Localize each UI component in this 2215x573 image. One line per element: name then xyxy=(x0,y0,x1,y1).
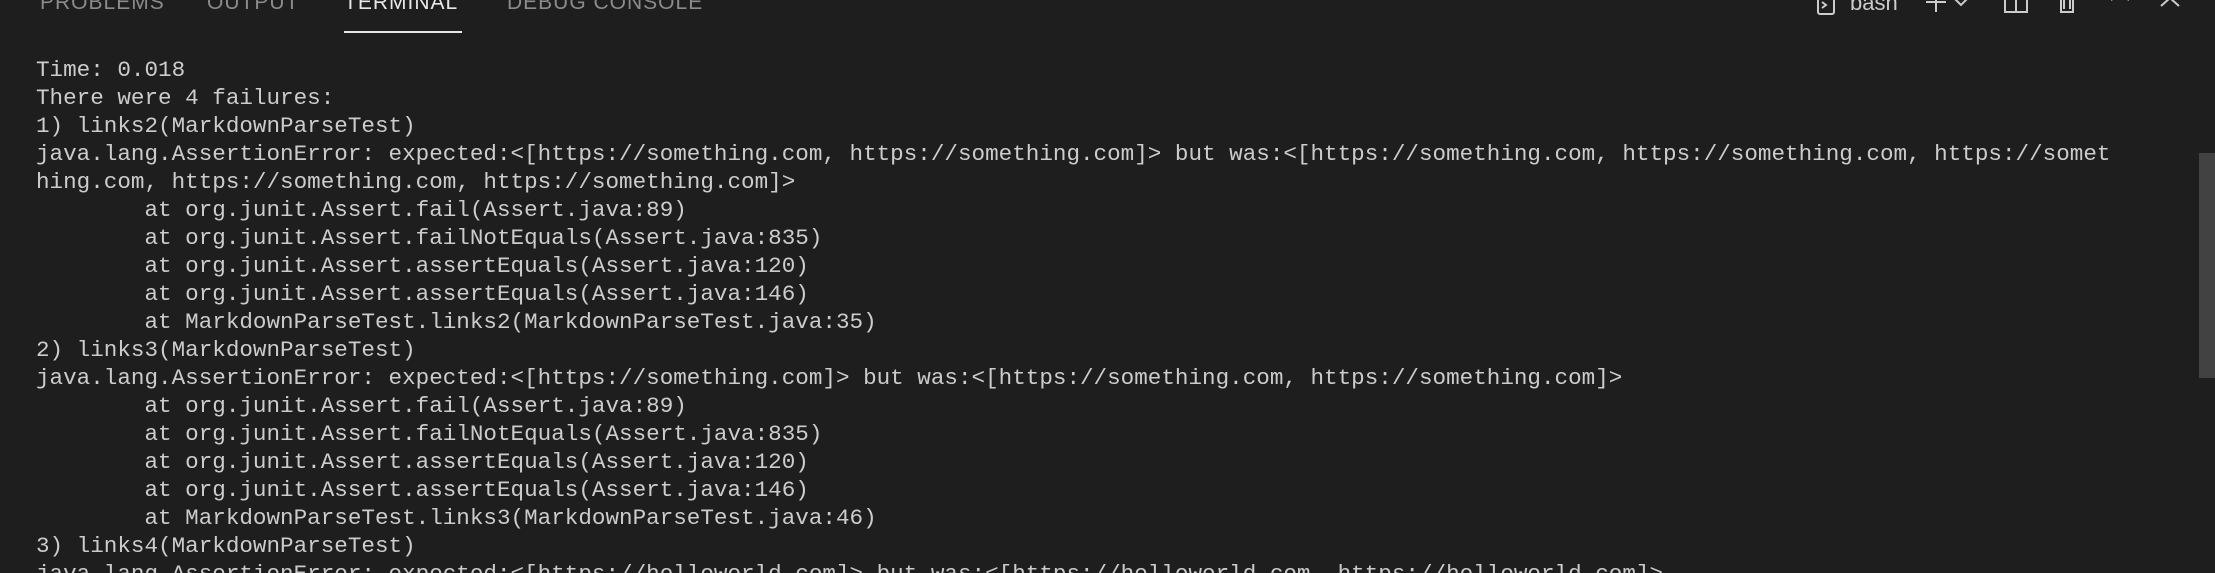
terminal-line: java.lang.AssertionError: expected:<[htt… xyxy=(36,560,2186,573)
terminal-line: at org.junit.Assert.failNotEquals(Assert… xyxy=(36,225,823,251)
terminal-shell-label[interactable]: bash xyxy=(1850,0,1898,18)
terminal-line: hing.com, https://something.com, https:/… xyxy=(36,169,796,195)
split-terminal-icon[interactable] xyxy=(2001,0,2031,20)
tab-debug-console[interactable]: DEBUG CONSOLE xyxy=(507,0,703,26)
terminal-scrollbar-thumb[interactable] xyxy=(2199,153,2215,378)
tab-output[interactable]: OUTPUT xyxy=(207,0,299,26)
terminal-line: at org.junit.Assert.fail(Assert.java:89) xyxy=(36,197,687,223)
terminal-line: at org.junit.Assert.fail(Assert.java:89) xyxy=(36,393,687,419)
terminal-line: at MarkdownParseTest.links2(MarkdownPars… xyxy=(36,309,877,335)
chevron-down-icon[interactable] xyxy=(1950,0,1972,20)
tab-problems[interactable]: PROBLEMS xyxy=(40,0,165,26)
terminal-line: java.lang.AssertionError: expected:<[htt… xyxy=(36,365,1623,391)
terminal-line: 3) links4(MarkdownParseTest) xyxy=(36,533,416,559)
terminal-line: at org.junit.Assert.assertEquals(Assert.… xyxy=(36,281,809,307)
terminal-line: 1) links2(MarkdownParseTest) xyxy=(36,113,416,139)
terminal-line: 2) links3(MarkdownParseTest) xyxy=(36,337,416,363)
terminal-line: Time: 0.018 xyxy=(36,57,186,83)
trash-icon[interactable] xyxy=(2052,0,2082,20)
terminal-line: at org.junit.Assert.assertEquals(Assert.… xyxy=(36,449,809,475)
terminal-line: at MarkdownParseTest.links3(MarkdownPars… xyxy=(36,505,877,531)
terminal-line: at org.junit.Assert.failNotEquals(Assert… xyxy=(36,421,823,447)
terminal-line: There were 4 failures: xyxy=(36,85,335,111)
terminal-output[interactable]: Time: 0.018 There were 4 failures: 1) li… xyxy=(36,56,2186,573)
terminal-shell-icon[interactable] xyxy=(1812,0,1842,20)
terminal-line: at org.junit.Assert.assertEquals(Assert.… xyxy=(36,477,809,503)
new-terminal-icon[interactable] xyxy=(1921,0,1951,20)
active-tab-indicator xyxy=(344,31,462,33)
close-icon[interactable] xyxy=(2155,0,2185,20)
tab-terminal[interactable]: TERMINAL xyxy=(344,0,458,26)
terminal-line: at org.junit.Assert.assertEquals(Assert.… xyxy=(36,253,809,279)
chevron-up-icon[interactable] xyxy=(2105,0,2135,20)
panel-tab-bar: PROBLEMS OUTPUT TERMINAL DEBUG CONSOLE b… xyxy=(0,0,2215,40)
terminal-line: java.lang.AssertionError: expected:<[htt… xyxy=(36,141,2111,167)
